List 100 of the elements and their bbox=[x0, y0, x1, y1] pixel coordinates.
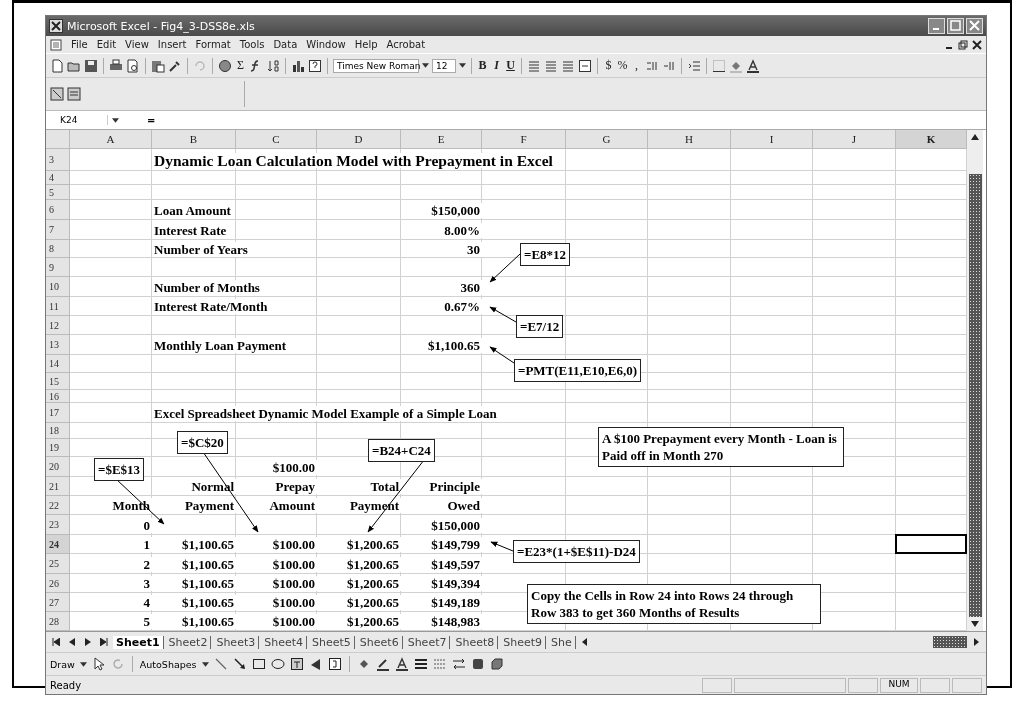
row-header[interactable]: 21 bbox=[46, 477, 70, 496]
borders-icon[interactable] bbox=[712, 58, 726, 73]
row-header[interactable]: 19 bbox=[46, 439, 70, 457]
form-icon[interactable] bbox=[50, 87, 64, 101]
clip-art-icon[interactable] bbox=[327, 657, 342, 671]
caret-icon[interactable] bbox=[79, 661, 87, 667]
menu-item[interactable]: Help bbox=[354, 39, 378, 50]
line-color-icon[interactable] bbox=[375, 657, 390, 671]
caret-icon[interactable] bbox=[112, 117, 119, 123]
maximize-icon[interactable] bbox=[947, 18, 964, 34]
column-header[interactable]: H bbox=[648, 130, 731, 149]
horizontal-scrollbar-thumb[interactable] bbox=[933, 636, 967, 648]
pointer-icon[interactable] bbox=[91, 657, 106, 671]
row-header[interactable]: 18 bbox=[46, 423, 70, 439]
sheet-tab[interactable]: Sheet1 bbox=[113, 635, 164, 649]
menu-item[interactable]: Edit bbox=[96, 39, 117, 50]
row-header[interactable]: 15 bbox=[46, 373, 70, 390]
row-header[interactable]: 26 bbox=[46, 574, 70, 593]
arrow-icon[interactable] bbox=[232, 657, 247, 671]
oval-icon[interactable] bbox=[270, 657, 285, 671]
row-header[interactable]: 10 bbox=[46, 277, 70, 297]
help-icon[interactable] bbox=[308, 58, 322, 73]
sheet-tab[interactable]: Sheet4 bbox=[261, 635, 308, 649]
menu-item[interactable]: Format bbox=[195, 39, 231, 50]
scroll-right-icon[interactable] bbox=[972, 638, 980, 646]
sheet-tab[interactable]: Sheet8 bbox=[452, 635, 499, 649]
sheet-tab[interactable]: Sheet6 bbox=[356, 635, 403, 649]
align-icon[interactable] bbox=[527, 58, 541, 73]
autosum-button[interactable]: Σ bbox=[235, 58, 246, 73]
new-file-icon[interactable] bbox=[50, 58, 64, 73]
scroll-left-icon[interactable] bbox=[580, 638, 589, 646]
column-header[interactable]: C bbox=[236, 130, 317, 149]
scroll-up-icon[interactable] bbox=[971, 134, 979, 140]
row-header[interactable]: 6 bbox=[46, 200, 70, 220]
font-color-icon[interactable] bbox=[746, 58, 760, 73]
last-sheet-icon[interactable] bbox=[100, 638, 108, 646]
scroll-down-icon[interactable] bbox=[971, 621, 979, 627]
previous-sheet-icon[interactable] bbox=[68, 638, 76, 646]
format-button[interactable]: I bbox=[491, 58, 502, 73]
restore-icon[interactable] bbox=[958, 39, 968, 50]
menu-item[interactable]: File bbox=[71, 39, 88, 50]
caret-icon[interactable] bbox=[422, 63, 429, 68]
row-header[interactable]: 16 bbox=[46, 390, 70, 403]
print-preview-icon[interactable] bbox=[126, 58, 140, 73]
autoshapes-menu-button[interactable]: AutoShapes bbox=[139, 658, 197, 670]
sheet-tab[interactable]: Sheet5 bbox=[309, 635, 355, 649]
close-icon[interactable] bbox=[972, 39, 982, 50]
column-header[interactable]: D bbox=[317, 130, 401, 149]
globe-icon[interactable] bbox=[218, 58, 232, 73]
row-header[interactable]: 22 bbox=[46, 496, 70, 515]
next-sheet-icon[interactable] bbox=[84, 638, 92, 646]
menu-item[interactable]: View bbox=[125, 39, 149, 50]
row-header[interactable]: 20 bbox=[46, 457, 70, 477]
row-header[interactable]: 17 bbox=[46, 403, 70, 423]
draw-menu-button[interactable]: Draw bbox=[50, 658, 75, 670]
column-header[interactable]: J bbox=[813, 130, 896, 149]
menu-item[interactable]: Data bbox=[273, 39, 298, 50]
row-header[interactable]: 8 bbox=[46, 240, 70, 258]
sheet-tab[interactable]: Sheet9 bbox=[500, 635, 547, 649]
column-header[interactable]: F bbox=[482, 130, 566, 149]
font-name-field[interactable]: Times New Roman bbox=[333, 58, 419, 73]
column-header[interactable]: I bbox=[731, 130, 813, 149]
row-header[interactable]: 7 bbox=[46, 220, 70, 240]
paste-icon[interactable] bbox=[151, 58, 165, 73]
chart-icon[interactable] bbox=[291, 58, 305, 73]
format-button[interactable]: B bbox=[477, 58, 488, 73]
row-header[interactable]: 5 bbox=[46, 185, 70, 200]
row-header[interactable]: 13 bbox=[46, 335, 70, 355]
save-icon[interactable] bbox=[84, 58, 98, 73]
format-button[interactable]: U bbox=[505, 58, 516, 73]
name-box[interactable]: K24 bbox=[48, 115, 108, 125]
sheet-tab[interactable]: Sheet7 bbox=[404, 635, 451, 649]
number-format-button[interactable]: $ bbox=[603, 58, 614, 73]
menu-item[interactable]: Insert bbox=[157, 39, 187, 50]
row-header[interactable]: 4 bbox=[46, 171, 70, 185]
column-header[interactable]: K bbox=[896, 130, 967, 149]
menu-item[interactable]: Acrobat bbox=[386, 39, 426, 50]
scrollbar-thumb[interactable] bbox=[968, 174, 982, 617]
text-box-icon[interactable] bbox=[289, 657, 304, 671]
first-sheet-icon[interactable] bbox=[52, 638, 60, 646]
column-header[interactable]: A bbox=[70, 130, 152, 149]
row-header[interactable]: 28 bbox=[46, 612, 70, 631]
sheet-tab[interactable]: She bbox=[548, 635, 576, 649]
merge-cells-icon[interactable] bbox=[578, 58, 592, 73]
indent-icon[interactable] bbox=[687, 58, 701, 73]
column-header[interactable]: E bbox=[401, 130, 482, 149]
print-icon[interactable] bbox=[109, 58, 123, 73]
row-header[interactable]: 12 bbox=[46, 316, 70, 335]
row-header[interactable]: 27 bbox=[46, 593, 70, 612]
vertical-scrollbar[interactable] bbox=[967, 130, 983, 631]
row-header[interactable]: 25 bbox=[46, 554, 70, 574]
row-header[interactable]: 24 bbox=[46, 535, 70, 554]
selected-cell-outline[interactable] bbox=[895, 534, 967, 554]
menu-item[interactable]: Window bbox=[306, 39, 346, 50]
column-header[interactable]: G bbox=[566, 130, 648, 149]
line-icon[interactable] bbox=[213, 657, 228, 671]
row-header[interactable]: 23 bbox=[46, 515, 70, 535]
row-header[interactable]: 3 bbox=[46, 149, 70, 171]
caret-icon[interactable] bbox=[201, 661, 209, 667]
font-size-field[interactable]: 12 bbox=[432, 58, 456, 73]
